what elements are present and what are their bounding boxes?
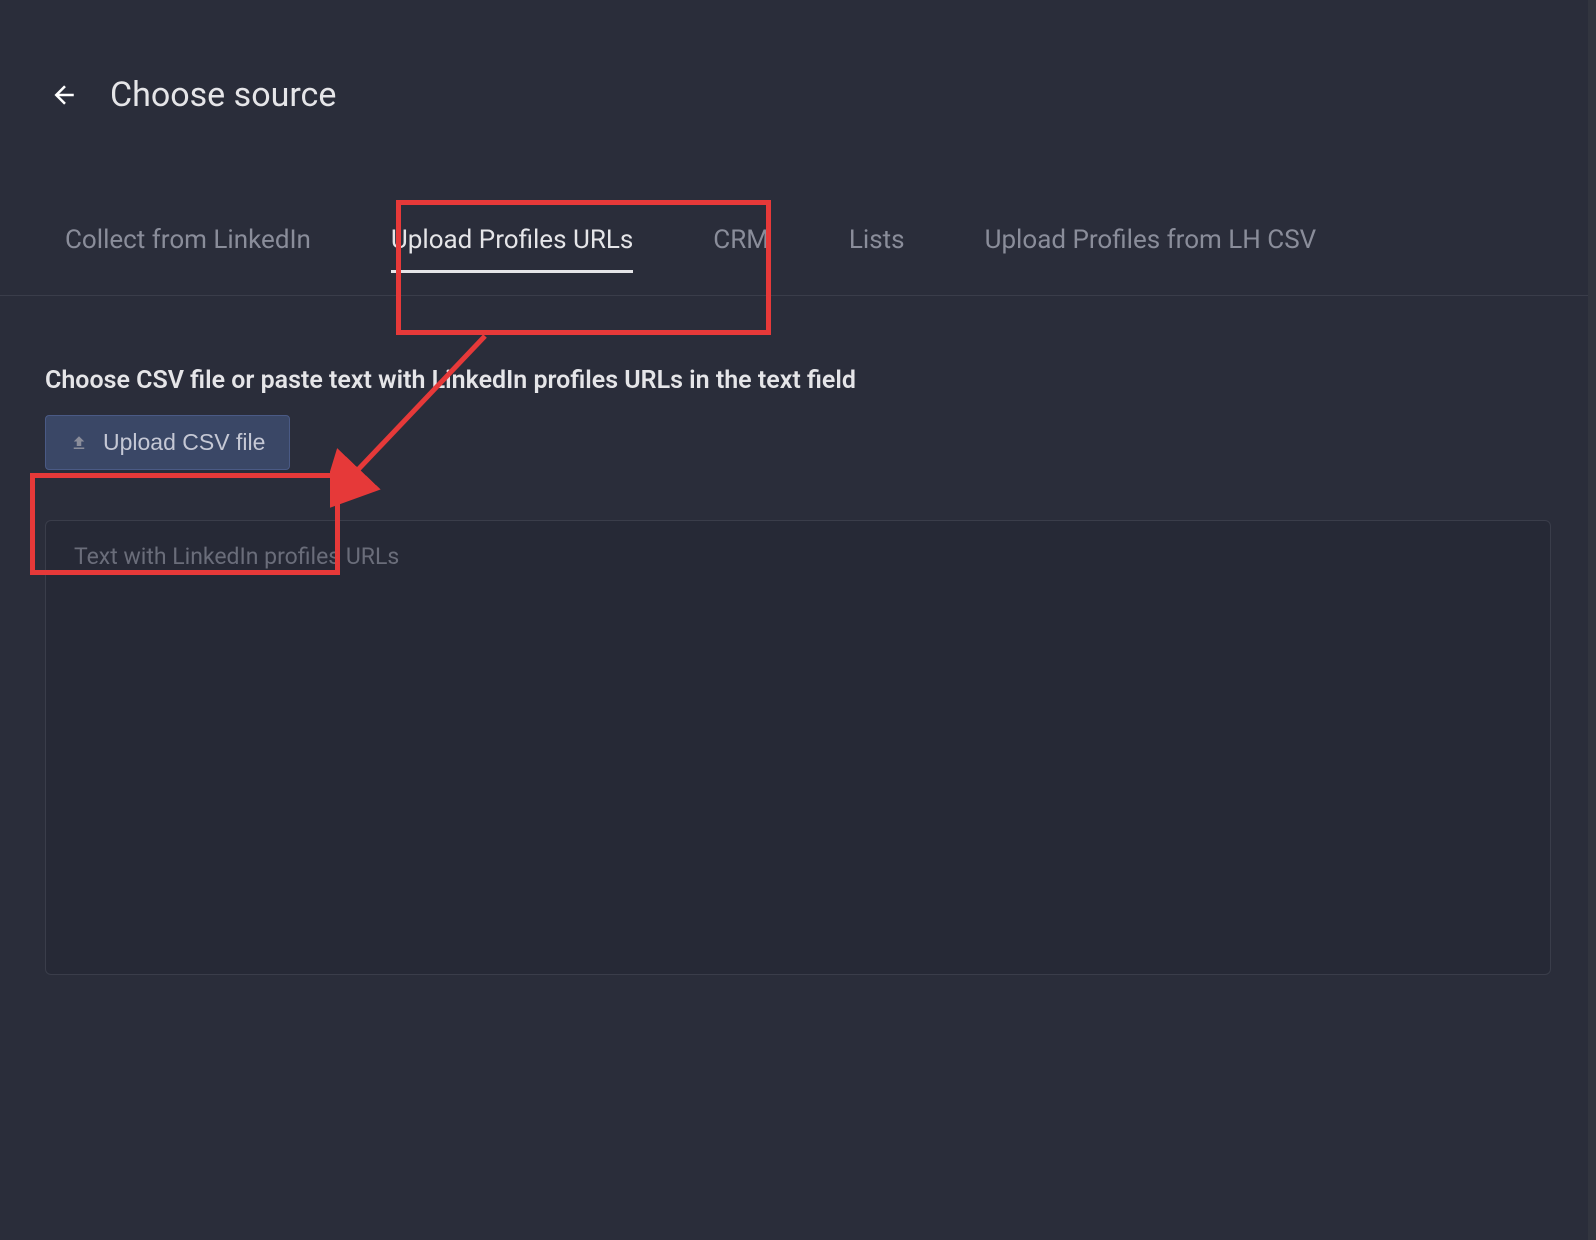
upload-csv-button[interactable]: Upload CSV file <box>45 415 290 470</box>
tab-collect-linkedin[interactable]: Collect from LinkedIn <box>65 215 311 265</box>
tabs-navigation: Collect from LinkedIn Upload Profiles UR… <box>0 155 1596 296</box>
arrow-left-icon <box>50 80 80 110</box>
profiles-urls-textarea[interactable] <box>45 520 1551 975</box>
tab-crm[interactable]: CRM <box>713 215 769 265</box>
page-title: Choose source <box>110 75 336 115</box>
instruction-text: Choose CSV file or paste text with Linke… <box>45 366 1551 395</box>
tab-upload-lh-csv[interactable]: Upload Profiles from LH CSV <box>985 215 1317 265</box>
tab-lists[interactable]: Lists <box>849 215 905 265</box>
back-arrow-button[interactable] <box>50 80 80 110</box>
upload-icon <box>70 434 88 452</box>
tab-upload-profiles-urls[interactable]: Upload Profiles URLs <box>391 215 633 265</box>
scrollbar[interactable] <box>1588 0 1596 1240</box>
upload-button-label: Upload CSV file <box>103 429 265 456</box>
content-area: Choose CSV file or paste text with Linke… <box>0 296 1596 1009</box>
page-header: Choose source <box>0 0 1596 155</box>
textarea-wrapper <box>45 520 1551 979</box>
